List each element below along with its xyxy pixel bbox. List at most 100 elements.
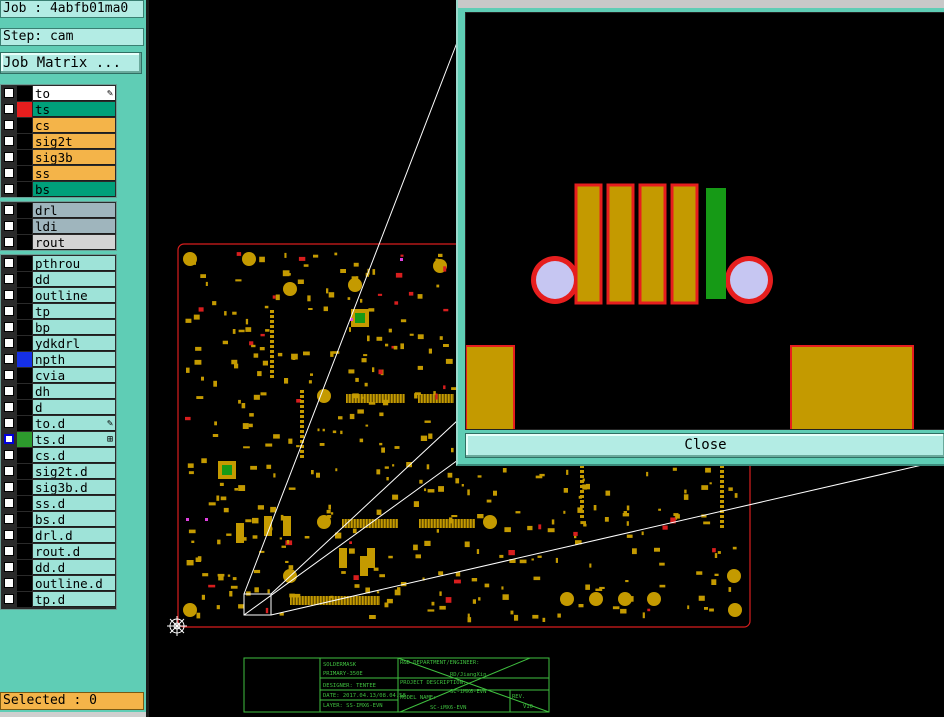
layer-row-ydkdrl[interactable]: ydkdrl [1, 335, 116, 351]
layer-color-swatch[interactable] [17, 134, 32, 149]
layer-checkbox[interactable] [4, 152, 14, 162]
layer-row-sig2t[interactable]: sig2t [1, 133, 116, 149]
layer-row-pthrou[interactable]: pthrou [1, 255, 116, 271]
layer-row-tp[interactable]: tp [1, 303, 116, 319]
layer-row-cvia[interactable]: cvia [1, 367, 116, 383]
layer-row-sig2t-d[interactable]: sig2t.d [1, 463, 116, 479]
layer-row-outline-d[interactable]: outline.d [1, 575, 116, 591]
layer-row-drl-d[interactable]: drl.d [1, 527, 116, 543]
layer-name[interactable]: drl [33, 203, 115, 218]
layer-name[interactable]: ss.d [33, 496, 115, 511]
layer-name[interactable]: cs [33, 118, 115, 133]
layer-checkbox[interactable] [4, 402, 14, 412]
layer-checkbox[interactable] [4, 450, 14, 460]
layer-color-swatch[interactable] [17, 203, 32, 218]
job-matrix-button[interactable]: Job Matrix ... [0, 52, 142, 74]
zoom-view[interactable] [465, 12, 944, 430]
layer-name[interactable]: to ✎ [33, 86, 115, 101]
layer-row-bs-d[interactable]: bs.d [1, 511, 116, 527]
layer-name[interactable]: tp [33, 304, 115, 319]
layer-row-dh[interactable]: dh [1, 383, 116, 399]
layer-row-to[interactable]: to ✎ [1, 85, 116, 101]
layer-checkbox[interactable] [4, 578, 14, 588]
layer-checkbox[interactable] [4, 205, 14, 215]
layer-name[interactable]: npth [33, 352, 115, 367]
layer-color-swatch[interactable] [17, 150, 32, 165]
layer-row-cs[interactable]: cs [1, 117, 116, 133]
layer-checkbox[interactable] [4, 562, 14, 572]
layer-color-swatch[interactable] [17, 235, 32, 250]
layer-color-swatch[interactable] [17, 432, 32, 447]
layer-checkbox[interactable] [4, 466, 14, 476]
layer-checkbox[interactable] [4, 370, 14, 380]
layer-row-bp[interactable]: bp [1, 319, 116, 335]
layer-name[interactable]: ydkdrl [33, 336, 115, 351]
layer-checkbox[interactable] [4, 120, 14, 130]
layer-color-swatch[interactable] [17, 512, 32, 527]
layer-checkbox[interactable] [4, 221, 14, 231]
layer-name[interactable]: tp.d [33, 592, 115, 607]
layer-color-swatch[interactable] [17, 576, 32, 591]
layer-color-swatch[interactable] [17, 384, 32, 399]
layer-checkbox[interactable] [4, 104, 14, 114]
layer-checkbox[interactable] [4, 418, 14, 428]
layer-color-swatch[interactable] [17, 102, 32, 117]
layer-name[interactable]: bs [33, 182, 115, 197]
layer-row-cs-d[interactable]: cs.d [1, 447, 116, 463]
layer-row-to-d[interactable]: to.d ✎ [1, 415, 116, 431]
layer-color-swatch[interactable] [17, 496, 32, 511]
layer-color-swatch[interactable] [17, 86, 32, 101]
layer-name[interactable]: rout.d [33, 544, 115, 559]
layer-checkbox[interactable] [4, 136, 14, 146]
layer-color-swatch[interactable] [17, 480, 32, 495]
layer-name[interactable]: sig2t [33, 134, 115, 149]
layer-name[interactable]: sig3b.d [33, 480, 115, 495]
layer-name[interactable]: sig3b [33, 150, 115, 165]
layer-name[interactable]: bs.d [33, 512, 115, 527]
layer-name[interactable]: to.d ✎ [33, 416, 115, 431]
layer-checkbox[interactable] [4, 237, 14, 247]
layer-checkbox[interactable] [4, 306, 14, 316]
layer-name[interactable]: dd.d [33, 560, 115, 575]
layer-name[interactable]: cvia [33, 368, 115, 383]
layer-row-ss[interactable]: ss [1, 165, 116, 181]
layer-color-swatch[interactable] [17, 464, 32, 479]
layer-color-swatch[interactable] [17, 400, 32, 415]
layer-color-swatch[interactable] [17, 592, 32, 607]
layer-color-swatch[interactable] [17, 560, 32, 575]
layer-color-swatch[interactable] [17, 219, 32, 234]
layer-name[interactable]: d [33, 400, 115, 415]
layer-name[interactable]: sig2t.d [33, 464, 115, 479]
layer-checkbox[interactable] [4, 338, 14, 348]
layer-row-dd-d[interactable]: dd.d [1, 559, 116, 575]
layer-row-outline[interactable]: outline [1, 287, 116, 303]
layer-checkbox[interactable] [4, 546, 14, 556]
layer-row-d[interactable]: d [1, 399, 116, 415]
layer-row-bs[interactable]: bs [1, 181, 116, 197]
layer-name[interactable]: bp [33, 320, 115, 335]
layer-name[interactable]: ts [33, 102, 115, 117]
layer-checkbox[interactable] [4, 498, 14, 508]
layer-checkbox[interactable] [4, 274, 14, 284]
layer-checkbox[interactable] [4, 530, 14, 540]
layer-name[interactable]: cs.d [33, 448, 115, 463]
layer-color-swatch[interactable] [17, 256, 32, 271]
layer-checkbox[interactable] [4, 290, 14, 300]
layer-name[interactable]: ldi [33, 219, 115, 234]
layer-checkbox[interactable] [4, 594, 14, 604]
layer-row-tp-d[interactable]: tp.d [1, 591, 116, 607]
layer-checkbox[interactable] [4, 258, 14, 268]
layer-name[interactable]: ts.d ⊞ [33, 432, 115, 447]
layer-name[interactable]: dd [33, 272, 115, 287]
layer-row-npth[interactable]: npth [1, 351, 116, 367]
layer-row-drl[interactable]: drl [1, 202, 116, 218]
layer-color-swatch[interactable] [17, 118, 32, 133]
layer-color-swatch[interactable] [17, 166, 32, 181]
layer-row-ts[interactable]: ts [1, 101, 116, 117]
layer-color-swatch[interactable] [17, 448, 32, 463]
layer-row-ss-d[interactable]: ss.d [1, 495, 116, 511]
layer-color-swatch[interactable] [17, 368, 32, 383]
layer-checkbox[interactable] [4, 322, 14, 332]
layer-color-swatch[interactable] [17, 320, 32, 335]
layer-color-swatch[interactable] [17, 416, 32, 431]
